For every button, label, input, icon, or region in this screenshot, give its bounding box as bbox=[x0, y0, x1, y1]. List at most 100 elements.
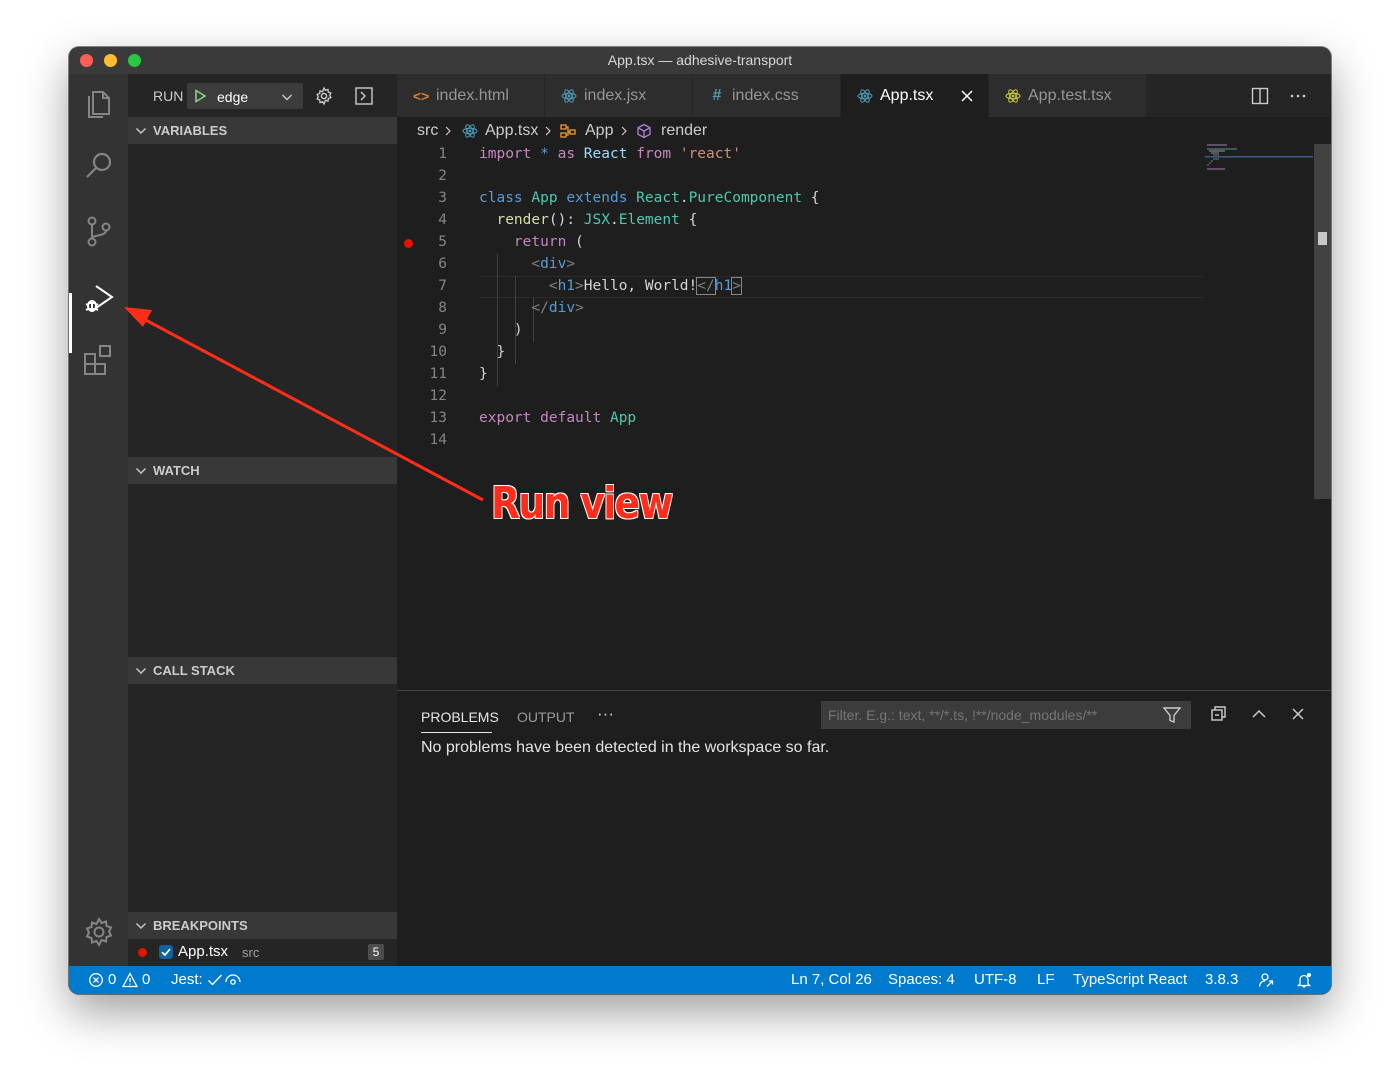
breakpoint-enabled-checkbox[interactable] bbox=[159, 945, 173, 959]
file-encoding[interactable]: UTF-8 bbox=[974, 971, 1017, 988]
explorer-icon[interactable] bbox=[79, 83, 119, 123]
code-line-1: import * as React from 'react' bbox=[479, 146, 741, 162]
line-number: 10 bbox=[429, 344, 447, 360]
react-file-icon bbox=[857, 89, 873, 103]
close-panel-icon[interactable] bbox=[1289, 705, 1307, 723]
react-file-icon bbox=[561, 89, 577, 103]
open-launch-json-gear-icon[interactable] bbox=[314, 86, 334, 106]
error-icon[interactable] bbox=[88, 972, 104, 988]
chevron-down-icon bbox=[136, 668, 146, 674]
chevron-right-icon bbox=[545, 126, 551, 136]
bottom-panel: PROBLEMS OUTPUT ··· No problems have bee… bbox=[397, 690, 1331, 966]
feedback-icon[interactable] bbox=[1258, 972, 1274, 988]
line-number: 14 bbox=[429, 432, 447, 448]
jest-watch-icon bbox=[225, 974, 241, 985]
watch-section-header[interactable]: WATCH bbox=[128, 457, 397, 484]
more-actions-icon[interactable] bbox=[1288, 86, 1308, 106]
code-line-10: } bbox=[496, 344, 506, 360]
run-debug-icon[interactable] bbox=[79, 278, 119, 318]
tab-app-tsx[interactable]: App.tsx bbox=[841, 74, 989, 117]
watch-section-label: WATCH bbox=[153, 463, 200, 478]
breadcrumb-method[interactable]: render bbox=[661, 122, 707, 140]
breadcrumb-file[interactable]: App.tsx bbox=[485, 122, 538, 140]
code-editor[interactable]: 1 2 3 4 5 6 7 8 9 10 11 12 13 14 import … bbox=[397, 144, 1331, 690]
editor-tab-bar: <> index.html index.jsx # index.css App.… bbox=[397, 74, 1331, 117]
warning-icon[interactable] bbox=[122, 972, 138, 988]
source-control-icon[interactable] bbox=[79, 211, 119, 251]
editor-scrollbar[interactable] bbox=[1314, 144, 1331, 499]
line-number: 7 bbox=[438, 278, 447, 294]
notifications-bell-icon[interactable] bbox=[1296, 972, 1312, 988]
chevron-down-icon bbox=[136, 128, 146, 134]
react-file-icon bbox=[462, 124, 478, 138]
close-window-button[interactable] bbox=[80, 54, 93, 67]
indentation[interactable]: Spaces: 4 bbox=[888, 971, 955, 988]
breadcrumb: src App.tsx App render bbox=[397, 117, 1331, 144]
tab-label: App.test.tsx bbox=[1028, 87, 1112, 104]
chevron-right-icon bbox=[445, 126, 451, 136]
tab-app-test-tsx[interactable]: App.test.tsx bbox=[989, 74, 1147, 117]
minimap[interactable] bbox=[1205, 144, 1313, 690]
maximize-panel-chevron-up-icon[interactable] bbox=[1250, 705, 1268, 723]
title-bar: App.tsx — adhesive-transport bbox=[69, 47, 1331, 74]
start-debugging-icon[interactable] bbox=[193, 89, 207, 103]
code-line-8: </div> bbox=[531, 300, 584, 316]
language-mode[interactable]: TypeScript React bbox=[1073, 971, 1187, 988]
split-editor-icon[interactable] bbox=[1251, 87, 1269, 105]
breakpoints-section-header[interactable]: BREAKPOINTS bbox=[128, 912, 397, 939]
tab-index-css[interactable]: # index.css bbox=[693, 74, 841, 117]
chevron-right-icon bbox=[621, 126, 627, 136]
status-bar: 0 0 Jest: Ln 7, Col 26 Spaces: 4 UTF-8 L… bbox=[69, 966, 1331, 994]
tab-label: App.tsx bbox=[880, 87, 934, 104]
warning-count[interactable]: 0 bbox=[142, 971, 150, 988]
code-line-11: } bbox=[479, 366, 488, 382]
code-line-6: <div> bbox=[531, 256, 576, 272]
method-symbol-icon bbox=[637, 123, 651, 139]
panel-more-icon[interactable]: ··· bbox=[597, 704, 614, 724]
variables-section-header[interactable]: VARIABLES bbox=[128, 117, 397, 144]
code-line-4: render(): JSX.Element { bbox=[496, 212, 698, 228]
html-file-icon: <> bbox=[413, 88, 430, 104]
zoom-window-button[interactable] bbox=[128, 54, 141, 67]
close-tab-icon[interactable] bbox=[960, 89, 974, 103]
line-number: 2 bbox=[438, 168, 447, 184]
variables-section-label: VARIABLES bbox=[153, 123, 228, 138]
jest-status[interactable]: Jest: bbox=[171, 971, 203, 988]
extensions-icon[interactable] bbox=[79, 340, 119, 380]
breakpoint-line-badge: 5 bbox=[368, 944, 384, 960]
breakpoint-file: App.tsx bbox=[178, 943, 229, 960]
tab-problems[interactable]: PROBLEMS bbox=[421, 709, 499, 725]
tab-output[interactable]: OUTPUT bbox=[517, 709, 575, 725]
annotation-label: Run view bbox=[491, 478, 673, 529]
run-sidebar: RUN edge VARIABLES WATCH CALL STACK BREA… bbox=[128, 74, 397, 966]
cursor-position[interactable]: Ln 7, Col 26 bbox=[791, 971, 872, 988]
typescript-version[interactable]: 3.8.3 bbox=[1205, 971, 1238, 988]
filter-funnel-icon[interactable] bbox=[1162, 705, 1182, 725]
tab-label: index.jsx bbox=[584, 87, 647, 104]
launch-config-value: edge bbox=[217, 89, 249, 105]
jest-check-icon bbox=[208, 974, 223, 986]
settings-gear-icon[interactable] bbox=[79, 912, 119, 952]
breakpoints-section-label: BREAKPOINTS bbox=[153, 918, 248, 933]
breadcrumb-class[interactable]: App bbox=[585, 122, 613, 140]
tab-index-jsx[interactable]: index.jsx bbox=[545, 74, 693, 117]
collapse-all-icon[interactable] bbox=[1210, 705, 1228, 723]
search-icon[interactable] bbox=[79, 146, 119, 186]
call-stack-section-header[interactable]: CALL STACK bbox=[128, 657, 397, 684]
tab-index-html[interactable]: <> index.html bbox=[397, 74, 545, 117]
active-tab-underline bbox=[421, 732, 492, 733]
minimize-window-button[interactable] bbox=[104, 54, 117, 67]
end-of-line[interactable]: LF bbox=[1037, 971, 1055, 988]
debug-console-icon[interactable] bbox=[354, 86, 374, 106]
breakpoint-item[interactable]: App.tsx src 5 bbox=[128, 939, 397, 965]
line-number: 8 bbox=[438, 300, 447, 316]
chevron-down-icon bbox=[282, 94, 292, 101]
code-line-7: <h1>Hello, World!</h1> bbox=[548, 277, 742, 295]
launch-config-select[interactable]: edge bbox=[187, 83, 303, 109]
error-count[interactable]: 0 bbox=[108, 971, 116, 988]
problems-filter-input[interactable] bbox=[821, 701, 1191, 729]
line-number: 1 bbox=[438, 146, 447, 162]
active-view-indicator bbox=[69, 293, 72, 353]
run-toolbar: RUN edge bbox=[128, 74, 397, 117]
breadcrumb-src[interactable]: src bbox=[417, 122, 438, 140]
